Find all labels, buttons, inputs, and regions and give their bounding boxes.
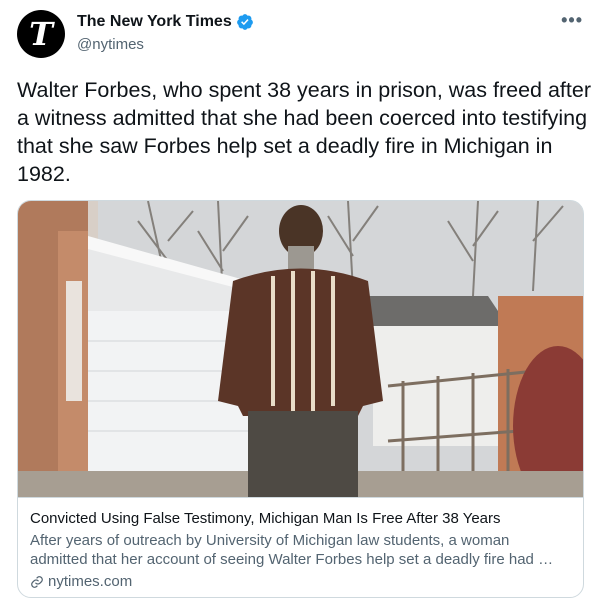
verified-badge-icon: [236, 14, 253, 30]
more-options-icon[interactable]: •••: [561, 10, 583, 31]
card-domain-text: nytimes.com: [48, 573, 133, 590]
card-image: [18, 201, 583, 497]
avatar[interactable]: T: [17, 10, 65, 58]
tweet: T The New York Times @nytimes ••• Walter…: [0, 0, 605, 604]
author-display-name[interactable]: The New York Times: [77, 13, 232, 31]
author-name-row: The New York Times: [77, 13, 254, 31]
link-preview-card[interactable]: Convicted Using False Testimony, Michiga…: [17, 200, 584, 598]
nyt-logo-icon: T: [29, 15, 53, 53]
card-description: After years of outreach by University of…: [30, 532, 554, 568]
tweet-text: Walter Forbes, who spent 38 years in pri…: [17, 78, 591, 186]
card-domain: nytimes.com: [30, 573, 132, 590]
link-icon: [31, 575, 43, 588]
card-photo: [18, 201, 583, 497]
author-handle[interactable]: @nytimes: [77, 36, 144, 53]
card-meta: Convicted Using False Testimony, Michiga…: [18, 497, 583, 597]
card-title: Convicted Using False Testimony, Michiga…: [30, 510, 501, 527]
